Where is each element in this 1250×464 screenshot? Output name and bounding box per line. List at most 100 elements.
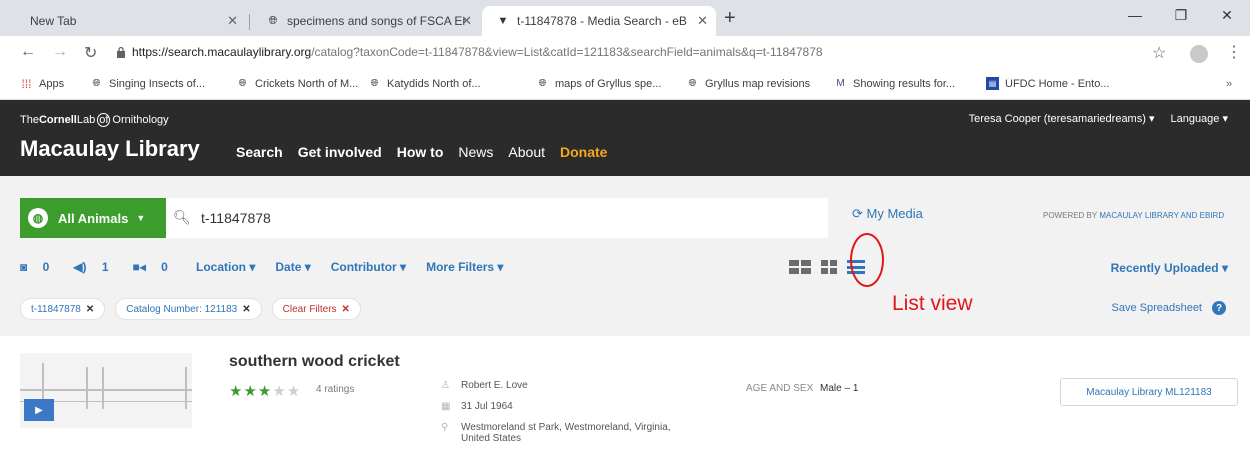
small-grid-view-icon[interactable] bbox=[821, 260, 837, 274]
nav-news[interactable]: News bbox=[458, 144, 493, 160]
filter-chip-catalog[interactable]: Catalog Number: 121183 ✕ bbox=[115, 298, 262, 320]
user-menu: Teresa Cooper (teresamariedreams) ▾ Lang… bbox=[953, 112, 1228, 125]
help-icon[interactable]: ? bbox=[1212, 301, 1226, 315]
browser-window: New Tab ✕ 🌐︎ specimens and songs of FSCA… bbox=[0, 0, 1250, 464]
minimize-icon[interactable]: — bbox=[1112, 0, 1158, 30]
profile-avatar[interactable] bbox=[1190, 45, 1208, 63]
search-icon: 🔍︎ bbox=[173, 209, 191, 225]
clear-filters-chip[interactable]: Clear Filters ✕ bbox=[271, 298, 361, 320]
remove-icon[interactable]: ✕ bbox=[342, 304, 350, 315]
video-count[interactable]: ■◂ 0 bbox=[133, 260, 180, 274]
nav-about[interactable]: About bbox=[508, 144, 545, 160]
bookmark-ufdc-home[interactable]: ▤ UFDC Home - Ento... bbox=[986, 77, 1110, 90]
scope-dropdown[interactable]: ◍ All Animals ▼ bbox=[20, 198, 166, 238]
tab-fsca-specimens[interactable]: 🌐︎ specimens and songs of FSCA En ✕ bbox=[252, 6, 480, 36]
location-filter[interactable]: Location ▾ bbox=[196, 260, 255, 274]
close-window-icon[interactable]: ✕ bbox=[1204, 0, 1250, 30]
scope-label: All Animals bbox=[58, 210, 129, 226]
browser-menu-icon[interactable]: ⋮ bbox=[1226, 42, 1242, 62]
address-bar[interactable]: https://search.macaulaylibrary.org/catal… bbox=[132, 45, 823, 59]
ratings-count: 4 ratings bbox=[316, 384, 355, 395]
reload-icon[interactable]: ↻ bbox=[84, 43, 97, 63]
nav-donate[interactable]: Donate bbox=[560, 144, 607, 160]
save-spreadsheet-link[interactable]: Save Spreadsheet bbox=[1111, 302, 1202, 314]
logo-of: of bbox=[97, 113, 111, 127]
bookmark-singing-insects[interactable]: 🌐︎ Singing Insects of... bbox=[90, 77, 206, 90]
catalog-number-button[interactable]: Macaulay Library ML121183 bbox=[1060, 378, 1238, 406]
star-filled-icon[interactable]: ★ bbox=[258, 383, 272, 400]
user-account-menu[interactable]: Teresa Cooper (teresamariedreams) ▾ bbox=[969, 112, 1155, 125]
photo-count[interactable]: ◙ 0 bbox=[20, 260, 61, 274]
age-sex: AGE AND SEX Male – 1 bbox=[746, 383, 858, 394]
spectrogram-trace bbox=[185, 367, 187, 409]
active-filters: t-11847878 ✕ Catalog Number: 121183 ✕ Clea… bbox=[20, 298, 371, 320]
bookmark-label: maps of Gryllus spe... bbox=[555, 77, 662, 90]
star-rating[interactable]: ★★★★★ bbox=[229, 382, 301, 400]
my-media-icon: ⟳ bbox=[852, 206, 863, 221]
species-name[interactable]: southern wood cricket bbox=[229, 353, 400, 371]
site-title[interactable]: Macaulay Library bbox=[20, 136, 200, 162]
new-tab-button[interactable]: + bbox=[724, 7, 736, 30]
speaker-icon: ◀) bbox=[73, 260, 87, 274]
filter-bar: Location ▾ Date ▾ Contributor ▾ More Fil… bbox=[196, 260, 523, 274]
date-filter[interactable]: Date ▾ bbox=[275, 260, 310, 274]
bookmark-star-icon[interactable]: ☆ bbox=[1152, 43, 1166, 63]
ufdc-logo-icon: ▤ bbox=[986, 77, 999, 90]
globe-icon: 🌐︎ bbox=[688, 78, 697, 89]
cornell-lab-logo[interactable]: TheCornellLab of Ornithology bbox=[20, 113, 169, 127]
more-bookmarks-button[interactable]: » bbox=[1226, 78, 1232, 90]
my-media-link[interactable]: ⟳ My Media bbox=[852, 206, 923, 222]
sort-dropdown[interactable]: Recently Uploaded ▾ bbox=[1111, 261, 1228, 275]
forward-arrow-icon[interactable]: → bbox=[52, 43, 68, 61]
chip-label: Catalog Number: 121183 bbox=[126, 303, 238, 315]
large-grid-view-icon[interactable] bbox=[789, 260, 811, 274]
video-count-value: 0 bbox=[161, 260, 168, 274]
nav-search[interactable]: Search bbox=[236, 144, 283, 160]
powered-by-links[interactable]: MACAULAY LIBRARY AND EBIRD bbox=[1099, 211, 1224, 220]
bookmark-label: Showing results for... bbox=[853, 77, 956, 90]
contributor-filter[interactable]: Contributor ▾ bbox=[331, 260, 406, 274]
recordist-name[interactable]: Robert E. Love bbox=[461, 380, 528, 391]
person-icon: ♙ bbox=[441, 380, 450, 391]
remove-icon[interactable]: ✕ bbox=[242, 304, 250, 315]
bookmark-katydids-north[interactable]: 🌐︎ Katydids North of... bbox=[368, 77, 481, 90]
chip-label: Clear Filters bbox=[282, 303, 337, 315]
logo-ornithology: Ornithology bbox=[112, 114, 169, 126]
star-empty-icon[interactable]: ★ bbox=[272, 383, 286, 400]
location-row: ⚲ Westmoreland st Park, Westmoreland, Vi… bbox=[441, 422, 671, 444]
calendar-icon: ▦ bbox=[441, 401, 451, 412]
spectrogram-trace bbox=[20, 389, 192, 391]
bookmark-showing-results[interactable]: M Showing results for... bbox=[834, 77, 955, 90]
restore-icon[interactable]: ❐ bbox=[1158, 0, 1204, 30]
observation-location[interactable]: Westmoreland st Park, Westmoreland, Virg… bbox=[461, 422, 671, 444]
remove-icon[interactable]: ✕ bbox=[86, 304, 94, 315]
star-empty-icon[interactable]: ★ bbox=[287, 383, 301, 400]
bookmark-gryllus-maps[interactable]: 🌐︎ maps of Gryllus spe... bbox=[536, 77, 662, 90]
close-icon[interactable]: ✕ bbox=[697, 13, 708, 29]
star-filled-icon[interactable]: ★ bbox=[243, 383, 257, 400]
tab-media-search[interactable]: ▼ t-11847878 - Media Search - eB ✕ bbox=[482, 6, 716, 36]
bookmark-apps[interactable]: ⁞⁞⁞ Apps bbox=[20, 77, 64, 91]
language-menu[interactable]: Language ▾ bbox=[1170, 112, 1228, 125]
powered-by: POWERED BY MACAULAY LIBRARY AND EBIRD bbox=[1043, 211, 1224, 220]
tab-new-tab[interactable]: New Tab ✕ bbox=[16, 6, 246, 36]
bookmark-logo-icon: M bbox=[836, 78, 845, 89]
age-sex-value: Male – 1 bbox=[820, 383, 859, 394]
back-arrow-icon[interactable]: ← bbox=[20, 43, 36, 61]
nav-get-involved[interactable]: Get involved bbox=[298, 144, 382, 160]
bookmark-gryllus-revisions[interactable]: 🌐︎ Gryllus map revisions bbox=[686, 77, 811, 90]
star-filled-icon[interactable]: ★ bbox=[229, 383, 243, 400]
more-filters[interactable]: More Filters ▾ bbox=[426, 260, 503, 274]
audio-count[interactable]: ◀) 1 bbox=[73, 260, 120, 274]
nav-how-to[interactable]: How to bbox=[397, 144, 444, 160]
close-icon[interactable]: ✕ bbox=[227, 13, 238, 29]
play-button[interactable]: ▶ bbox=[24, 399, 54, 421]
search-input[interactable]: t-11847878 bbox=[201, 210, 271, 226]
filter-chip-taxon[interactable]: t-11847878 ✕ bbox=[20, 298, 106, 320]
bookmark-label: Singing Insects of... bbox=[109, 77, 205, 90]
bookmark-label: Gryllus map revisions bbox=[705, 77, 811, 90]
close-icon[interactable]: ✕ bbox=[461, 13, 472, 29]
bookmark-crickets-north[interactable]: 🌐︎ Crickets North of M... bbox=[236, 77, 359, 90]
logo-lab: Lab bbox=[76, 114, 96, 126]
spectrogram-thumbnail[interactable]: ▶ bbox=[20, 353, 192, 428]
